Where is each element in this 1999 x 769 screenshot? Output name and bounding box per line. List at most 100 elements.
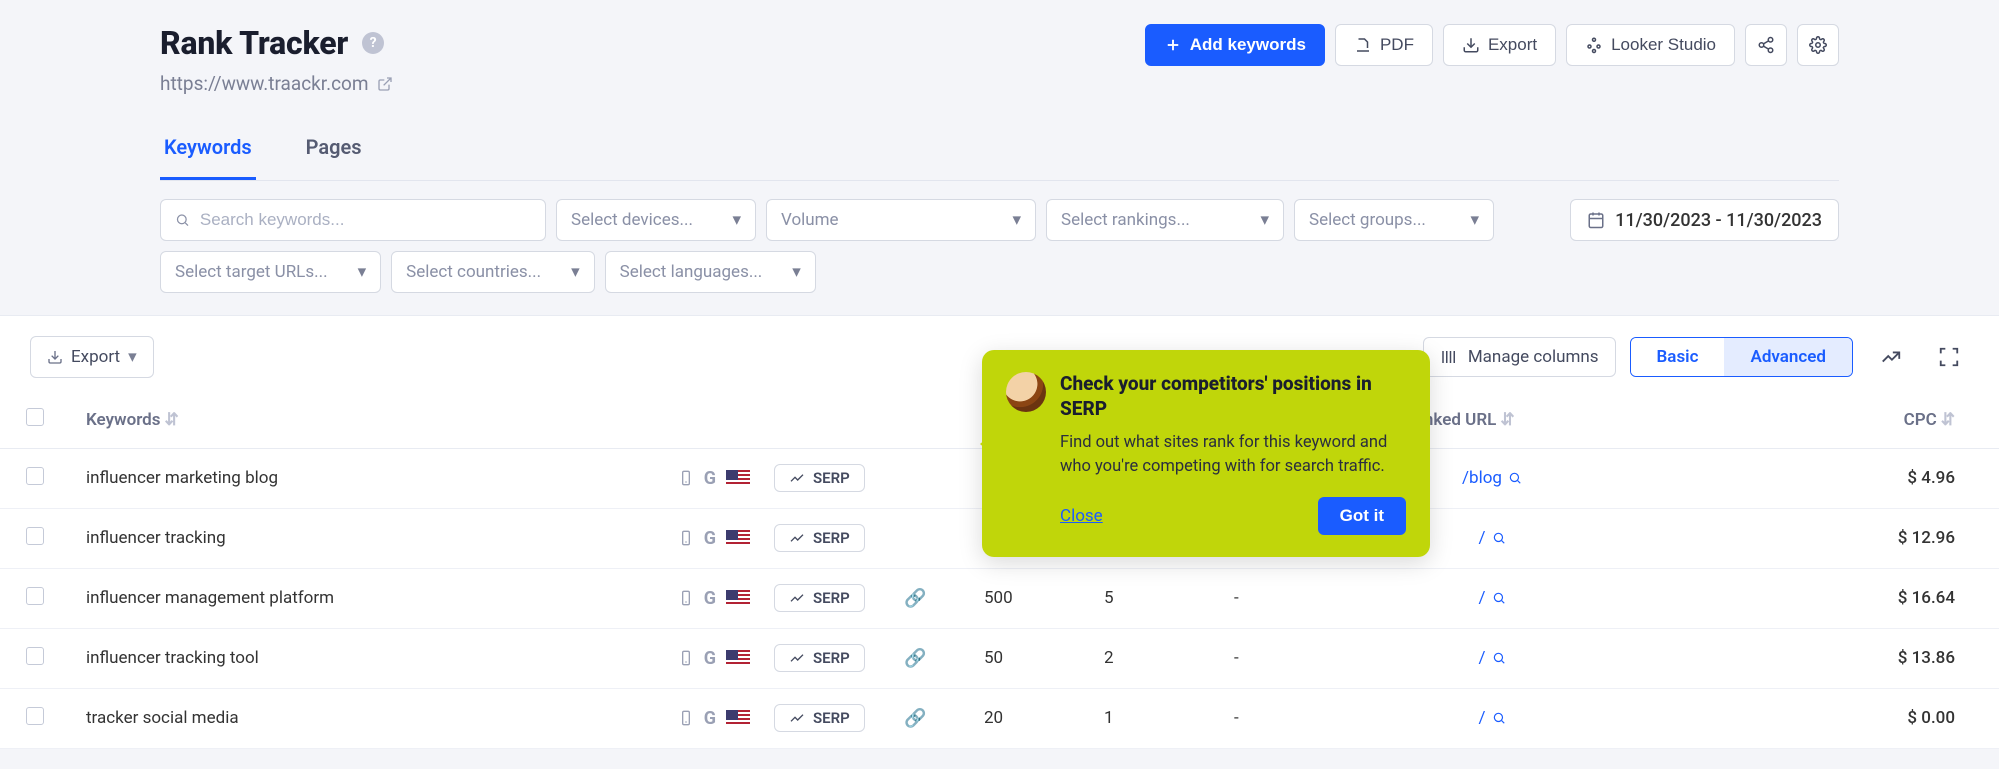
row-checkbox[interactable] [26,527,44,545]
select-rankings-label: Select rankings... [1061,210,1190,230]
serp-button[interactable]: SERP [774,644,865,672]
serp-button[interactable]: SERP [774,584,865,612]
select-countries[interactable]: Select countries... ▾ [391,251,595,293]
settings-button[interactable] [1797,24,1839,66]
search-input[interactable] [200,210,531,230]
help-icon[interactable]: ? [362,32,384,54]
google-icon: G [704,468,716,489]
chevron-down-icon: ▾ [128,347,137,367]
table-row: influencer tracking tool G SERP 🔗 50 2 -… [0,628,1999,688]
cpc-value: $ 0.00 [1907,708,1955,728]
sort-icon: ⇵ [1500,410,1514,430]
select-countries-label: Select countries... [406,262,541,282]
link-icon: 🔗 [904,648,926,669]
chart-icon-button[interactable] [1871,337,1911,377]
search-input-wrapper[interactable] [160,199,546,241]
download-icon [47,349,63,365]
magnify-icon [1492,591,1506,605]
google-icon: G [704,588,716,609]
date-range-picker[interactable]: 11/30/2023 - 11/30/2023 [1570,199,1839,241]
site-url-text: https://www.traackr.com [160,72,369,95]
chevron-down-icon: ▾ [732,210,741,230]
pdf-button[interactable]: PDF [1335,24,1433,66]
table-export-button[interactable]: Export ▾ [30,336,154,378]
mobile-icon [678,707,694,729]
ranked-url-link[interactable]: / [1478,528,1505,548]
select-languages[interactable]: Select languages... ▾ [605,251,816,293]
serp-button[interactable]: SERP [774,704,865,732]
ranked-url-link[interactable]: /blog [1462,468,1522,488]
position-value: 1 [1104,708,1114,728]
export-button[interactable]: Export [1443,24,1556,66]
share-button[interactable] [1745,24,1787,66]
site-url[interactable]: https://www.traackr.com [160,72,393,95]
looker-button[interactable]: Looker Studio [1566,24,1735,66]
mobile-icon [678,587,694,609]
row-checkbox[interactable] [26,467,44,485]
row-checkbox[interactable] [26,587,44,605]
chart-icon [1880,346,1902,368]
sort-icon: ⇵ [164,410,178,430]
keyword-text: influencer tracking [86,528,226,548]
tab-keywords[interactable]: Keywords [160,135,256,180]
cpc-value: $ 16.64 [1898,588,1955,608]
chevron-down-icon: ▾ [358,262,367,282]
chevron-down-icon: ▾ [792,262,801,282]
fullscreen-icon-button[interactable] [1929,337,1969,377]
view-advanced[interactable]: Advanced [1724,338,1852,376]
select-volume[interactable]: Volume ▾ [766,199,1036,241]
us-flag-icon [726,650,750,666]
popover-close-link[interactable]: Close [1060,506,1103,526]
trend-icon [789,470,805,486]
ranked-url-link[interactable]: / [1478,588,1505,608]
table-row: tracker social media G SERP 🔗 20 1 - / $… [0,688,1999,748]
trend-icon [789,530,805,546]
us-flag-icon [726,470,750,486]
competitors-popover: Check your competitors' positions in SER… [982,350,1430,557]
mobile-icon [678,647,694,669]
select-languages-label: Select languages... [620,262,763,282]
chevron-down-icon: ▾ [1012,210,1021,230]
view-basic[interactable]: Basic [1631,338,1725,376]
volume-value: 50 [984,648,1003,668]
manage-columns-button[interactable]: Manage columns [1423,337,1616,377]
serp-button[interactable]: SERP [774,464,865,492]
row-checkbox[interactable] [26,647,44,665]
popover-got-it-button[interactable]: Got it [1318,497,1406,535]
row-checkbox[interactable] [26,707,44,725]
gear-icon [1809,36,1827,54]
select-devices[interactable]: Select devices... ▾ [556,199,756,241]
ranked-url-link[interactable]: / [1478,708,1505,728]
add-keywords-button[interactable]: Add keywords [1145,24,1325,66]
date-range-text: 11/30/2023 - 11/30/2023 [1615,210,1822,231]
share-icon [1757,36,1775,54]
serp-button[interactable]: SERP [774,524,865,552]
fullscreen-icon [1938,346,1960,368]
select-rankings[interactable]: Select rankings... ▾ [1046,199,1284,241]
ranked-url-link[interactable]: / [1478,648,1505,668]
add-keywords-label: Add keywords [1190,35,1306,55]
link-icon: 🔗 [904,588,926,609]
tab-pages[interactable]: Pages [302,135,366,180]
mobile-icon [678,527,694,549]
column-cpc[interactable]: CPC⇵ [1592,392,1999,448]
select-all-checkbox[interactable] [26,408,44,426]
trend-icon [789,590,805,606]
keyword-text: influencer marketing blog [86,468,278,488]
keyword-text: tracker social media [86,708,239,728]
select-groups-label: Select groups... [1309,210,1426,230]
chevron-down-icon: ▾ [1470,210,1479,230]
position-value: 5 [1104,588,1114,608]
table-row: influencer management platform G SERP 🔗 … [0,568,1999,628]
plus-icon [1164,36,1182,54]
link-icon: 🔗 [904,708,926,729]
select-groups[interactable]: Select groups... ▾ [1294,199,1494,241]
column-keywords[interactable]: Keywords⇵ [62,392,762,448]
table-export-label: Export [71,347,120,367]
looker-icon [1585,36,1603,54]
select-target-urls[interactable]: Select target URLs... ▾ [160,251,381,293]
looker-label: Looker Studio [1611,35,1716,55]
volume-value: 20 [984,708,1003,728]
magnify-icon [1508,471,1522,485]
avatar [1006,372,1046,412]
